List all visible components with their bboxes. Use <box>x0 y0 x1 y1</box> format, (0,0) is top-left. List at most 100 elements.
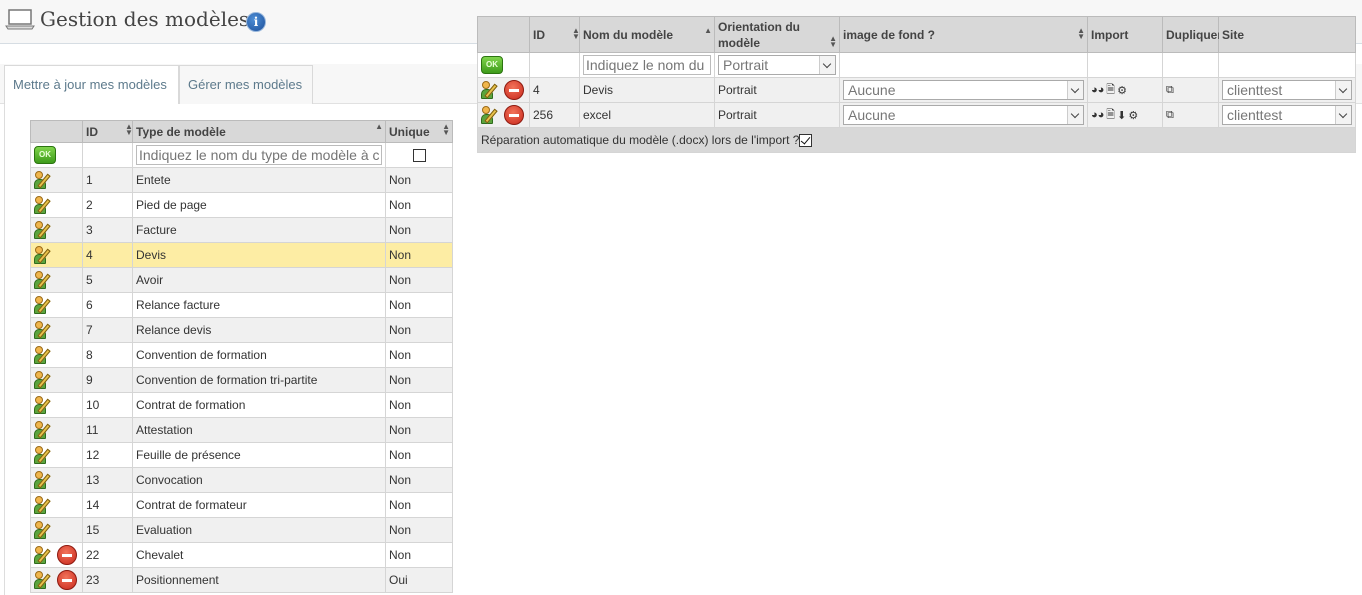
edit-user-icon[interactable] <box>34 470 54 490</box>
type-row[interactable]: 1 Entete Non <box>30 167 453 193</box>
edit-user-icon[interactable] <box>34 320 54 340</box>
edit-user-icon[interactable] <box>34 220 54 240</box>
model-types-panel: ID▲▼ Type de modèle▲ Unique▲▼ OK 1Entete… <box>4 104 464 595</box>
ok-icon[interactable]: OK <box>34 146 56 164</box>
duplicate-header: Dupliquer <box>1162 16 1222 53</box>
type-unique: Non <box>385 442 453 468</box>
type-unique: Non <box>385 392 453 418</box>
preview-icon[interactable]: ◕◕ <box>1091 109 1104 121</box>
edit-user-icon[interactable] <box>481 105 501 125</box>
type-row[interactable]: 11 Attestation Non <box>30 417 453 443</box>
background-header[interactable]: image de fond ? ▲ ▼ <box>839 16 1088 53</box>
type-row[interactable]: 15 Evaluation Non <box>30 517 453 543</box>
type-row[interactable]: 14 Contrat de formateur Non <box>30 492 453 518</box>
duplicate-icon[interactable]: ⧉ <box>1166 84 1174 97</box>
type-id: 23 <box>82 567 133 593</box>
model-row[interactable]: 4 Devis Portrait Aucune ◕◕ 🗎 ⚙ ⧉ clienttest <box>477 77 1356 103</box>
type-id: 1 <box>82 167 133 193</box>
tab-update-models[interactable]: Mettre à jour mes modèles <box>4 65 179 105</box>
background-select[interactable]: Aucune <box>843 80 1084 100</box>
gear-icon[interactable]: ⚙ <box>1117 84 1127 97</box>
type-row[interactable]: 9 Convention de formation tri-partite Non <box>30 367 453 393</box>
row-actions <box>30 342 83 368</box>
edit-user-icon[interactable] <box>34 420 54 440</box>
download-icon[interactable]: ⬇ <box>1117 109 1126 122</box>
preview-icon[interactable]: ◕◕ <box>1091 84 1104 96</box>
row-actions <box>30 242 83 268</box>
word-doc-icon[interactable]: 🗎 <box>1106 81 1115 100</box>
delete-icon[interactable] <box>57 570 78 590</box>
type-row[interactable]: 4 Devis Non <box>30 242 453 268</box>
edit-user-icon[interactable] <box>34 345 54 365</box>
type-id: 15 <box>82 517 133 543</box>
sort-icon[interactable]: ▲ ▼ <box>442 123 450 137</box>
new-model-input[interactable] <box>583 55 711 75</box>
edit-user-icon[interactable] <box>34 270 54 290</box>
row-actions <box>30 467 83 493</box>
import-actions: ◕◕ 🗎 ⚙ <box>1087 77 1163 103</box>
auto-repair-checkbox[interactable] <box>799 134 813 148</box>
type-row[interactable]: 3 Facture Non <box>30 217 453 243</box>
type-row[interactable]: 5 Avoir Non <box>30 267 453 293</box>
type-row[interactable]: 8 Convention de formation Non <box>30 342 453 368</box>
ok-icon[interactable]: OK <box>481 56 503 74</box>
info-icon[interactable]: i <box>246 12 266 32</box>
model-row[interactable]: 256 excel Portrait Aucune ◕◕ 🗎 ⬇ ⚙ ⧉ clienttest <box>477 102 1356 128</box>
type-row[interactable]: 12 Feuille de présence Non <box>30 442 453 468</box>
sort-asc-icon[interactable]: ▲ <box>704 27 712 35</box>
word-doc-icon[interactable]: 🗎 <box>1106 106 1115 125</box>
edit-user-icon[interactable] <box>34 245 54 265</box>
delete-icon[interactable] <box>57 545 78 565</box>
name-header[interactable]: Nom du modèle ▲ <box>579 16 715 53</box>
edit-user-icon[interactable] <box>34 445 54 465</box>
type-header[interactable]: Type de modèle ▲ <box>132 120 386 143</box>
edit-user-icon[interactable] <box>34 195 54 215</box>
sort-asc-icon[interactable]: ▲ <box>375 123 383 131</box>
sort-icon[interactable]: ▲ ▼ <box>829 35 837 49</box>
gear-icon[interactable]: ⚙ <box>1128 109 1138 122</box>
duplicate-icon[interactable]: ⧉ <box>1166 109 1174 122</box>
id-header[interactable]: ID ▲ ▼ <box>82 120 133 143</box>
edit-user-icon[interactable] <box>34 570 54 590</box>
edit-user-icon[interactable] <box>34 295 54 315</box>
type-unique: Non <box>385 217 453 243</box>
model-orientation: Portrait <box>714 102 840 128</box>
edit-user-icon[interactable] <box>34 495 54 515</box>
site-select[interactable]: clienttest <box>1222 105 1352 125</box>
type-row[interactable]: 23 Positionnement Oui <box>30 567 453 593</box>
type-row[interactable]: 7 Relance devis Non <box>30 317 453 343</box>
type-row[interactable]: 22 Chevalet Non <box>30 542 453 568</box>
edit-user-icon[interactable] <box>34 170 54 190</box>
row-actions <box>30 392 83 418</box>
edit-user-icon[interactable] <box>34 395 54 415</box>
unique-header[interactable]: Unique ▲ ▼ <box>385 120 453 143</box>
delete-icon[interactable] <box>504 105 525 125</box>
tab-manage-models[interactable]: Gérer mes modèles <box>179 65 313 105</box>
site-select[interactable]: clienttest <box>1222 80 1352 100</box>
orientation-select[interactable]: Portrait <box>718 55 836 75</box>
delete-icon[interactable] <box>504 80 525 100</box>
background-select[interactable]: Aucune <box>843 105 1084 125</box>
unique-checkbox[interactable] <box>412 149 426 163</box>
type-name: Avoir <box>132 267 386 293</box>
type-row[interactable]: 10 Contrat de formation Non <box>30 392 453 418</box>
type-unique: Non <box>385 317 453 343</box>
id-header[interactable]: ID ▲ ▼ <box>529 16 580 53</box>
type-row[interactable]: 6 Relance facture Non <box>30 292 453 318</box>
sort-icon[interactable]: ▲ ▼ <box>1077 27 1085 41</box>
row-actions <box>30 367 83 393</box>
chevron-down-icon <box>1067 106 1083 124</box>
edit-user-icon[interactable] <box>481 80 501 100</box>
site-header: Site <box>1218 16 1356 53</box>
type-name: Devis <box>132 242 386 268</box>
type-unique: Non <box>385 467 453 493</box>
models-table: ID ▲ ▼ Nom du modèle ▲ Orientation du modèl… <box>477 16 1356 153</box>
edit-user-icon[interactable] <box>34 545 54 565</box>
edit-user-icon[interactable] <box>34 370 54 390</box>
type-row[interactable]: 2 Pied de page Non <box>30 192 453 218</box>
orientation-header[interactable]: Orientation du modèle ▲ ▼ <box>714 16 840 53</box>
type-row[interactable]: 13 Convocation Non <box>30 467 453 493</box>
type-id: 10 <box>82 392 133 418</box>
edit-user-icon[interactable] <box>34 520 54 540</box>
new-type-input[interactable] <box>136 145 382 165</box>
